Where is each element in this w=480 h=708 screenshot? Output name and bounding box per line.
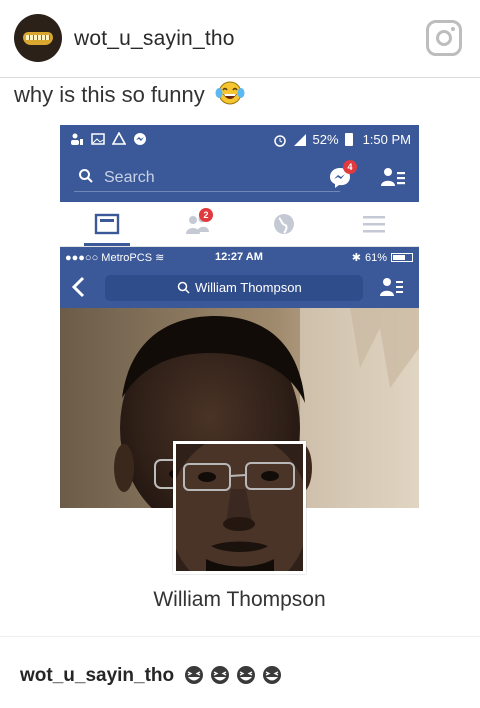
search-icon — [79, 169, 93, 183]
ios-status-bar: ●●●○○ MetroPCS ≋ 12:27 AM ✱ 61% — [60, 247, 419, 267]
grinning-squinting-face-icon — [211, 666, 229, 684]
ios-time: 12:27 AM — [215, 251, 263, 263]
alarm-icon — [273, 134, 286, 147]
post-username[interactable]: wot_u_sayin_tho — [74, 27, 235, 51]
post-caption: why is this so funny — [14, 80, 245, 108]
caption-text: why is this so funny — [14, 82, 205, 107]
grinning-squinting-face-icon — [263, 666, 281, 684]
friends-tab[interactable]: 2 — [184, 208, 213, 237]
post-header: wot_u_sayin_tho — [0, 0, 480, 78]
facebook-top-bar: Search 4 — [60, 154, 419, 202]
ios-battery: ✱ 61% — [352, 251, 413, 264]
search-icon — [177, 281, 190, 294]
battery-icon — [344, 133, 353, 146]
profile-picture-image — [176, 444, 303, 571]
battery-icon — [391, 253, 413, 262]
grinning-squinting-face-icon — [237, 666, 255, 684]
news-feed-tab[interactable] — [93, 211, 121, 237]
back-chevron-icon[interactable] — [70, 276, 88, 298]
messenger-icon — [134, 133, 146, 145]
facebook-tab-bar: 2 — [60, 202, 419, 247]
ios-carrier: ●●●○○ MetroPCS ≋ — [65, 252, 165, 264]
profile-picture[interactable] — [173, 441, 306, 574]
bluetooth-icon: ✱ — [351, 252, 361, 264]
messenger-button[interactable]: 4 — [328, 160, 357, 189]
friend-requests-icon[interactable] — [380, 277, 404, 297]
comment-username[interactable]: wot_u_sayin_tho — [20, 665, 174, 687]
avatar[interactable] — [14, 14, 62, 62]
android-battery-percent: 52% — [312, 132, 339, 147]
comment-row: wot_u_sayin_tho — [0, 636, 480, 708]
drive-icon — [112, 132, 126, 145]
android-status-bar: 52% 1:50 PM — [60, 125, 419, 154]
menu-tab[interactable] — [360, 211, 388, 237]
facebook-search-field[interactable]: Search — [74, 162, 340, 192]
friends-badge: 2 — [199, 208, 213, 222]
search-placeholder: Search — [104, 169, 155, 186]
face-with-tears-of-joy-icon — [215, 81, 245, 105]
grinning-squinting-face-icon — [185, 666, 203, 684]
image-icon — [91, 133, 105, 145]
messenger-badge: 4 — [343, 160, 357, 174]
embedded-screenshot: 52% 1:50 PM Search 4 2 ●●●○○ MetroPCS ≋ … — [60, 125, 419, 636]
search-query: William Thompson — [195, 280, 302, 295]
profile-name[interactable]: William Thompson — [60, 588, 419, 612]
facebook-friends-icon — [71, 133, 83, 145]
ios-nav-bar: William Thompson — [60, 267, 419, 308]
android-time: 1:50 PM — [362, 132, 411, 147]
active-tab-indicator — [84, 243, 130, 246]
profile-search-field[interactable]: William Thompson — [105, 275, 363, 301]
wifi-icon: ≋ — [155, 252, 165, 264]
notifications-globe-tab[interactable] — [270, 211, 298, 237]
instagram-camera-icon[interactable] — [426, 20, 462, 56]
signal-icon — [293, 133, 306, 146]
comment-emojis — [183, 665, 283, 685]
friend-requests-icon[interactable] — [380, 166, 406, 188]
